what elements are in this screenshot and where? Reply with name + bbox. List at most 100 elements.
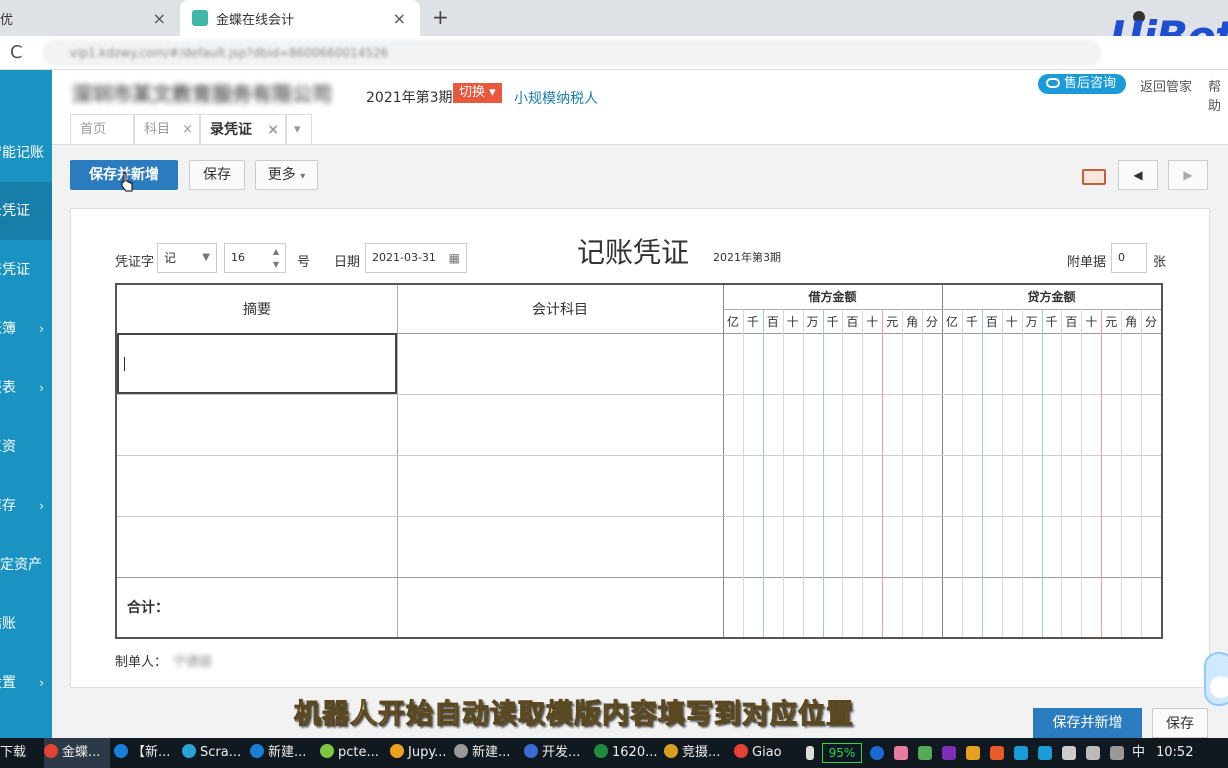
tab-subject[interactable]: 科目 × (134, 114, 200, 144)
tray-app-icon[interactable] (990, 746, 1004, 760)
clock[interactable]: 10:52 (1156, 738, 1193, 768)
close-icon[interactable]: × (267, 115, 279, 145)
digit-header: 角 (906, 315, 919, 329)
after-sales-consult-button[interactable]: 售后咨询 (1038, 74, 1127, 94)
reload-icon[interactable]: C (10, 42, 23, 63)
digit-grid-line (762, 309, 764, 637)
sidebar-item-payroll[interactable]: 工资 (0, 418, 52, 476)
account-column-header: 会计科目 (532, 302, 588, 318)
close-icon[interactable]: × (182, 115, 193, 145)
taskbar-item[interactable]: Giao (734, 738, 800, 768)
sidebar-item-settings[interactable]: 设置 › (0, 654, 52, 712)
attachments-field[interactable]: 0 (1111, 243, 1147, 273)
digit-header: 角 (1125, 315, 1138, 329)
sidebar-item-enter-voucher[interactable]: 录凭证 (0, 182, 52, 240)
back-to-manager-link[interactable]: 返回管家 (1140, 76, 1192, 95)
tab-home[interactable]: 首页 (70, 114, 134, 144)
taskbar-item[interactable]: 1620... (594, 738, 660, 768)
footer-save-and-new-button[interactable]: 保存并新增 (1033, 708, 1142, 738)
digit-grid-line (882, 309, 884, 637)
save-button[interactable]: 保存 (189, 160, 245, 190)
more-button[interactable]: 更多 ▾ (255, 160, 318, 190)
taskbar-item[interactable]: 【新... (114, 738, 180, 768)
date-value: 2021-03-31 (372, 251, 436, 264)
tab-more-dropdown[interactable]: ▾ (286, 114, 312, 144)
taskbar-item[interactable]: 金蝶... (44, 738, 110, 768)
sidebar-item-view-voucher[interactable]: 查凭证 (0, 241, 52, 299)
tax-type-link[interactable]: 小规模纳税人 (514, 88, 598, 108)
sidebar-item-label: 查凭证 (0, 262, 30, 278)
network-icon[interactable] (1062, 746, 1076, 760)
taskbar-item[interactable]: 下载 (0, 738, 40, 768)
hand-cursor-icon (121, 172, 133, 192)
tray-app-icon[interactable] (966, 746, 980, 760)
voucher-workspace: 保存并新增 保存 更多 ▾ ◀ ▶ 凭证字 记▼ 16▲▼ 号 日期 2021-… (52, 145, 1228, 738)
chat-icon (1046, 78, 1060, 88)
digit-grid-line (1141, 309, 1143, 637)
voucher-word-select[interactable]: 记 ▼ (157, 243, 217, 273)
taskbar-item[interactable]: 竞摄... (664, 738, 730, 768)
taskbar-item[interactable]: pcte... (320, 738, 386, 768)
summary-input[interactable] (117, 455, 397, 516)
taskbar-item[interactable]: 新建... (454, 738, 520, 768)
keyboard-icon[interactable] (1082, 169, 1106, 185)
close-icon[interactable]: × (153, 9, 166, 28)
digit-header: 分 (926, 315, 939, 329)
maker-name: 宁德丽 (173, 655, 213, 670)
summary-input-active[interactable] (117, 333, 397, 394)
taskbar-item[interactable]: 新建... (250, 738, 316, 768)
date-field[interactable]: 2021-03-31 ▦ (365, 243, 467, 273)
voucher-number-stepper[interactable]: 16 ▲ ▼ (224, 243, 286, 273)
new-tab-icon[interactable]: + (432, 5, 449, 29)
total-label: 合计： (127, 600, 169, 616)
calendar-icon[interactable]: ▦ (449, 244, 460, 272)
column-divider (723, 285, 724, 637)
volume-icon[interactable] (1086, 746, 1100, 760)
browser-tab-previous[interactable]: 优 × (0, 0, 180, 36)
tray-app-icon[interactable] (1014, 746, 1028, 760)
summary-input[interactable] (117, 394, 397, 455)
next-voucher-button[interactable]: ▶ (1168, 160, 1208, 190)
sidebar-item-ledgers[interactable]: 账簿 › (0, 300, 52, 358)
assistant-mascot-icon[interactable] (1204, 652, 1228, 706)
consult-label: 售后咨询 (1064, 76, 1117, 91)
sidebar-item-reports[interactable]: 报表 › (0, 359, 52, 417)
column-divider (942, 285, 943, 637)
footer-save-button[interactable]: 保存 (1152, 708, 1208, 738)
tab-home-label: 首页 (80, 122, 107, 137)
digit-header: 千 (1045, 315, 1058, 329)
ime-indicator[interactable]: 中 (1132, 738, 1145, 768)
chevron-right-icon: › (39, 499, 44, 513)
switch-period-button[interactable]: 切换 ▾ (453, 83, 502, 103)
summary-input[interactable] (117, 516, 397, 577)
sidebar-item-inventory[interactable]: 库存 › (0, 477, 52, 535)
sidebar-item-fixed-assets[interactable]: 固定资产 (0, 536, 52, 594)
browser-tab-active[interactable]: 金蝶在线会计 × (180, 0, 420, 36)
chevron-down-icon: ▾ (294, 122, 301, 137)
sidebar-item-smart-bookkeeping[interactable]: 智能记账 (0, 124, 52, 182)
chevron-right-icon: › (39, 381, 44, 395)
close-icon[interactable]: × (393, 9, 406, 28)
tray-app-icon[interactable] (1110, 746, 1124, 760)
url-field[interactable]: vip1.kdzwy.com/#/default.jsp?dbid=860066… (42, 40, 1102, 66)
chevron-down-icon: ▼ (202, 252, 210, 263)
tab-enter-voucher-label: 录凭证 (210, 122, 252, 138)
digit-header: 百 (766, 315, 779, 329)
previous-voucher-button[interactable]: ◀ (1118, 160, 1158, 190)
help-link[interactable]: 帮助 (1208, 76, 1228, 114)
bluetooth-icon[interactable] (1038, 746, 1052, 760)
taskbar-item[interactable]: Jupy... (390, 738, 456, 768)
digit-grid-line (1041, 309, 1043, 637)
flower-icon[interactable] (894, 746, 908, 760)
tab-subject-label: 科目 (144, 122, 171, 137)
taskbar-item[interactable]: Scra... (182, 738, 248, 768)
stepper-arrows-icon[interactable]: ▲ ▼ (273, 245, 279, 271)
taskbar-item[interactable]: 开发... (524, 738, 590, 768)
sidebar-item-closing[interactable]: 结账 (0, 595, 52, 653)
tab-enter-voucher[interactable]: 录凭证 × (200, 114, 286, 144)
taskbar-item-label: Giao (752, 745, 782, 760)
app-l-icon[interactable] (870, 746, 884, 760)
onenote-icon[interactable] (942, 746, 956, 760)
account-input[interactable] (397, 333, 723, 394)
tray-app-icon[interactable] (918, 746, 932, 760)
